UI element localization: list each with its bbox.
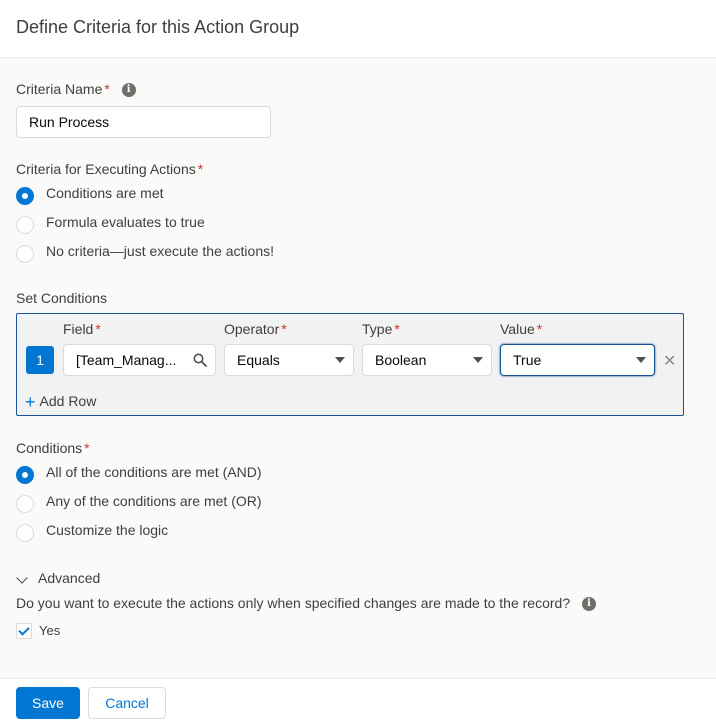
plus-icon: + [25, 392, 36, 412]
required-mark: * [95, 321, 101, 337]
search-icon[interactable] [193, 353, 207, 367]
required-mark: * [281, 321, 287, 337]
executing-criteria-label-text: Criteria for Executing Actions [16, 161, 196, 177]
row-number-badge: 1 [26, 346, 54, 374]
required-mark: * [394, 321, 400, 337]
advanced-question: Do you want to execute the actions only … [16, 595, 597, 612]
required-mark: * [536, 321, 543, 337]
conditions-label: Conditions * [16, 440, 90, 456]
field-lookup-value: [Team_Manag... [76, 352, 177, 368]
required-mark: * [197, 161, 204, 177]
modal-header: Define Criteria for this Action Group [0, 0, 716, 58]
required-mark: * [104, 81, 110, 97]
conditions-panel: Field * Operator * Type * Value * 1 [Team_Ma… [16, 313, 684, 416]
radio-label: No criteria—just execute the actions! [46, 243, 274, 259]
operator-column-text: Operator [224, 321, 280, 337]
operator-column-header: Operator * [224, 321, 287, 337]
radio-unchecked-icon[interactable] [16, 524, 34, 542]
add-row-label: Add Row [39, 393, 97, 409]
radio-unchecked-icon[interactable] [16, 495, 34, 513]
radio-checked-icon[interactable] [16, 466, 34, 484]
radio-label: Any of the conditions are met (OR) [46, 493, 262, 509]
value-select[interactable]: True [500, 344, 655, 376]
field-lookup-input[interactable]: [Team_Manag... [63, 344, 216, 376]
criteria-name-label: Criteria Name * i [16, 81, 136, 98]
criteria-name-label-text: Criteria Name [16, 81, 103, 97]
yes-checkbox-label: Yes [39, 623, 61, 638]
radio-label: Customize the logic [46, 522, 169, 538]
value-column-header: Value * [500, 321, 542, 337]
set-conditions-label: Set Conditions [16, 290, 108, 306]
close-icon[interactable]: ✕ [663, 354, 676, 370]
type-value: Boolean [375, 352, 427, 368]
type-column-text: Type [362, 321, 393, 337]
type-select[interactable]: Boolean [362, 344, 492, 376]
info-icon[interactable]: i [121, 83, 136, 98]
chevron-down-icon [473, 357, 483, 363]
radio-unchecked-icon[interactable] [16, 245, 34, 263]
operator-select[interactable]: Equals [224, 344, 354, 376]
radio-checked-icon[interactable] [16, 187, 34, 205]
field-column-header: Field * [63, 321, 101, 337]
chevron-down-icon [335, 357, 345, 363]
conditions-label-text: Conditions [16, 440, 83, 456]
radio-label: All of the conditions are met (AND) [46, 464, 262, 480]
radio-unchecked-icon[interactable] [16, 216, 34, 234]
advanced-question-text: Do you want to execute the actions only … [16, 595, 571, 611]
advanced-toggle[interactable]: Advanced [38, 570, 100, 586]
value-column-text: Value [500, 321, 535, 337]
radio-label: Conditions are met [46, 185, 164, 201]
value-value: True [513, 352, 542, 368]
radio-label: Formula evaluates to true [46, 214, 205, 230]
info-icon[interactable]: i [582, 597, 597, 612]
chevron-down-icon [636, 357, 646, 363]
field-column-text: Field [63, 321, 94, 337]
cancel-button[interactable]: Cancel [88, 687, 166, 719]
page-title: Define Criteria for this Action Group [16, 17, 300, 37]
save-button[interactable]: Save [16, 687, 80, 719]
operator-value: Equals [237, 352, 280, 368]
type-column-header: Type * [362, 321, 400, 337]
criteria-name-input[interactable] [16, 106, 271, 138]
yes-checkbox[interactable] [16, 623, 32, 639]
executing-criteria-label: Criteria for Executing Actions * [16, 161, 203, 177]
add-row-button[interactable]: + Add Row [25, 392, 96, 413]
required-mark: * [84, 440, 90, 456]
